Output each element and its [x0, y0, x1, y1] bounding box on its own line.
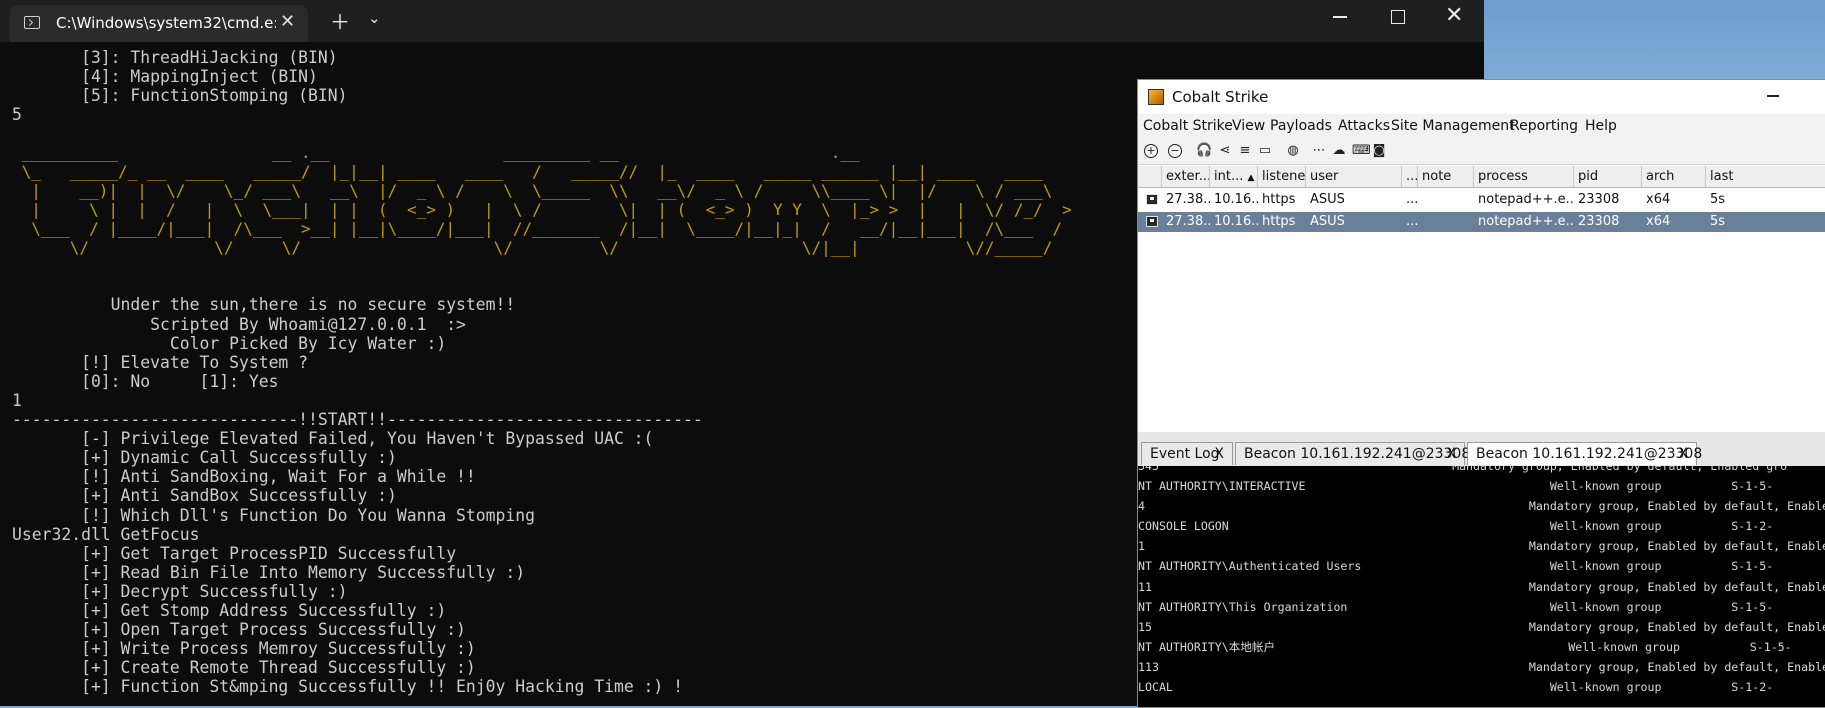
beacon-session-icon — [1146, 216, 1158, 227]
minimize-button[interactable] — [1333, 16, 1347, 18]
cell-listener: https — [1262, 192, 1296, 207]
col-icon — [1138, 166, 1162, 187]
col-last[interactable]: last — [1706, 166, 1825, 187]
console-line: LOCAL Well-known group S-1-2- — [1138, 680, 1774, 695]
menu-payloads[interactable]: Payloads — [1270, 118, 1332, 134]
terminal-line: [3]: ThreadHiJacking (BIN) — [12, 48, 338, 67]
tab-close-icon[interactable]: ✕ — [280, 11, 295, 32]
tab-beacon-1[interactable]: Beacon 10.161.192.241@23308 X — [1235, 442, 1470, 465]
tab-beacon-2-active[interactable]: Beacon 10.161.192.241@23308 X — [1467, 442, 1702, 465]
table-row-selected[interactable]: 27.38... 10.16... https ASUS ... notepad… — [1138, 212, 1825, 232]
terminal-titlebar: C:\Windows\system32\cmd.e: ✕ ＋ ⌄ ✕ — [0, 0, 1484, 42]
col-computer[interactable]: ... — [1402, 166, 1418, 187]
disconnect-icon[interactable]: − — [1168, 144, 1182, 158]
cell-computer: ... — [1406, 214, 1418, 229]
cell-listener: https — [1262, 214, 1296, 229]
cell-computer: ... — [1406, 192, 1418, 207]
cell-external: 27.38... — [1166, 192, 1210, 207]
console-line: 15 Mandatory group, Enabled by default, … — [1138, 619, 1825, 634]
menu-site-management[interactable]: Site Management — [1391, 118, 1515, 134]
menu-cobalt-strike[interactable]: Cobalt Strike — [1143, 118, 1233, 134]
add-connect-icon[interactable]: + — [1144, 144, 1158, 158]
col-arch[interactable]: arch — [1642, 166, 1706, 187]
tab-event-log[interactable]: Event Log X — [1141, 442, 1233, 465]
col-user[interactable]: user — [1306, 166, 1402, 187]
tab-dropdown-chevron-icon[interactable]: ⌄ — [368, 9, 381, 27]
pane-splitter[interactable] — [1138, 432, 1825, 440]
cloud-download-icon[interactable]: ☁ — [1332, 144, 1346, 158]
cs-titlebar: Cobalt Strike — [1138, 80, 1825, 114]
cs-minimize-button[interactable] — [1767, 95, 1779, 97]
cs-menubar: Cobalt Strike View Payloads Attacks Site… — [1138, 114, 1825, 138]
screenshot-camera-icon[interactable]: ◙ — [1372, 144, 1386, 158]
terminal-tab-title: C:\Windows\system32\cmd.e: — [56, 14, 276, 32]
console-line: 11 Mandatory group, Enabled by default, … — [1138, 579, 1825, 594]
console-line: NT AUTHORITY\Authenticated Users Well-kn… — [1138, 559, 1774, 574]
console-line: NT AUTHORITY\This Organization Well-know… — [1138, 599, 1774, 614]
cell-arch: x64 — [1646, 214, 1671, 229]
maximize-button[interactable] — [1391, 10, 1405, 24]
cell-user: ASUS — [1310, 192, 1345, 207]
console-line: 1 Mandatory group, Enabled by default, E… — [1138, 539, 1825, 554]
terminal-tab[interactable]: C:\Windows\system32\cmd.e: ✕ — [10, 5, 308, 42]
cs-window-title: Cobalt Strike — [1172, 88, 1269, 106]
console-line: 4 Mandatory group, Enabled by default, E… — [1138, 499, 1825, 514]
cell-last: 5s — [1710, 214, 1726, 229]
cobalt-strike-window: Cobalt Strike Cobalt Strike View Payload… — [1137, 79, 1825, 708]
beacon-console-output[interactable]: 545 Mandatory group, Enabled by default,… — [1138, 466, 1825, 707]
headphones-listeners-icon[interactable]: 🎧 — [1196, 144, 1212, 158]
cell-note — [1418, 212, 1474, 232]
cell-external: 27.38... — [1166, 214, 1210, 229]
close-button[interactable]: ✕ — [1445, 3, 1463, 28]
globe-web-icon[interactable]: ◍ — [1286, 144, 1300, 158]
cs-tab-bar: Event Log X Beacon 10.161.192.241@23308 X … — [1138, 440, 1825, 466]
cell-internal: 10.16... — [1214, 192, 1258, 207]
tab-close-icon[interactable]: X — [1678, 443, 1688, 465]
console-line: 113 Mandatory group, Enabled by default,… — [1138, 659, 1825, 674]
cell-pid: 23308 — [1578, 192, 1620, 207]
cs-toolbar: + − 🎧 ⋖ ≡ ▭ ◍ ⋯ ☁ ⌨ ◙ — [1138, 138, 1825, 165]
tab-close-icon[interactable]: X — [1446, 443, 1456, 465]
new-tab-plus-icon[interactable]: ＋ — [330, 6, 350, 35]
terminal-icon — [24, 16, 40, 29]
cell-note — [1418, 190, 1474, 210]
menu-help[interactable]: Help — [1585, 118, 1617, 134]
col-internal[interactable]: int... ▲ — [1210, 166, 1258, 187]
sort-ascending-icon: ▲ — [1247, 173, 1255, 183]
col-pid[interactable]: pid — [1574, 166, 1642, 187]
beacon-table: exter... int... ▲ listener user ... note… — [1138, 166, 1825, 432]
menu-reporting[interactable]: Reporting — [1510, 118, 1578, 134]
col-process[interactable]: process — [1474, 166, 1574, 187]
list-sessions-icon[interactable]: ≡ — [1238, 144, 1252, 158]
col-external[interactable]: exter... — [1162, 166, 1210, 187]
cell-arch: x64 — [1646, 192, 1671, 207]
share-pivot-graph-icon[interactable]: ⋖ — [1218, 144, 1232, 158]
laptop-targets-icon[interactable]: ▭ — [1258, 144, 1272, 158]
col-note[interactable]: note — [1418, 166, 1474, 187]
console-line: NT AUTHORITY\INTERACTIVE Well-known grou… — [1138, 479, 1774, 494]
cell-last: 5s — [1710, 192, 1726, 207]
col-listener[interactable]: listener — [1258, 166, 1306, 187]
cell-internal: 10.16... — [1214, 214, 1258, 229]
console-line: 545 Mandatory group, Enabled by default,… — [1138, 466, 1788, 473]
cell-pid: 23308 — [1578, 214, 1620, 229]
cobalt-strike-logo-icon — [1148, 89, 1164, 105]
cell-user: ASUS — [1310, 214, 1345, 229]
keystrokes-keyboard-icon[interactable]: ⌨ — [1352, 144, 1371, 158]
menu-view[interactable]: View — [1232, 118, 1265, 134]
cell-process: notepad++.e... — [1478, 192, 1574, 207]
menu-attacks[interactable]: Attacks — [1338, 118, 1390, 134]
credentials-icon[interactable]: ⋯ — [1312, 144, 1326, 158]
table-header: exter... int... ▲ listener user ... note… — [1138, 166, 1825, 188]
tab-close-icon[interactable]: X — [1214, 443, 1224, 465]
console-line: NT AUTHORITY\本地帐户 Well-known group S-1-5… — [1138, 639, 1792, 654]
beacon-session-icon — [1146, 194, 1158, 205]
cell-process: notepad++.e... — [1478, 214, 1574, 229]
table-row[interactable]: 27.38... 10.16... https ASUS ... notepad… — [1138, 190, 1825, 210]
console-line: CONSOLE LOGON Well-known group S-1-2- — [1138, 519, 1774, 534]
